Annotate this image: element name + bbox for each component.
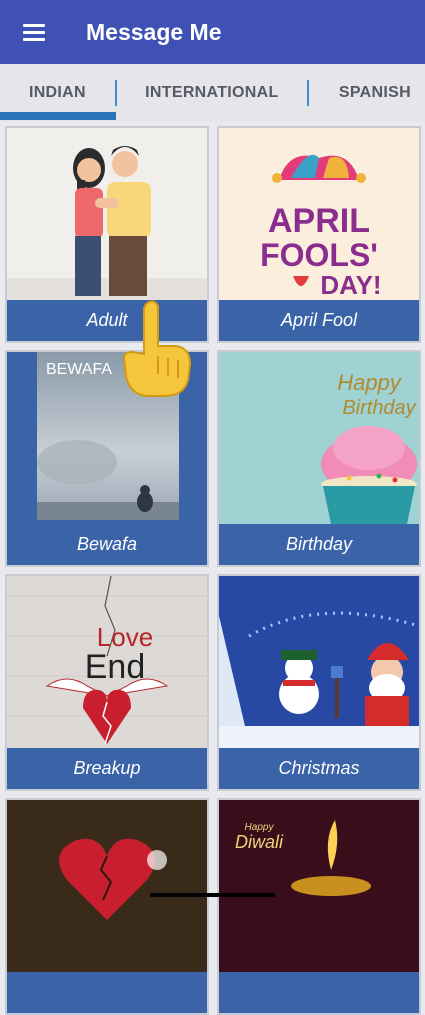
end-text: End [85,648,146,686]
day-text: DAY! [320,270,381,300]
adult-thumbnail [7,128,207,300]
category-label: April Fool [280,310,358,330]
tab-spanish[interactable]: SPANISH [309,64,425,122]
broken-heart-thumbnail [7,800,207,972]
category-label: Birthday [285,534,353,554]
birthday-thumbnail: Happy Birthday [219,352,419,524]
tab-indicator [0,112,116,120]
christmas-thumbnail [219,576,419,748]
april-fool-thumbnail: APRIL FOOLS' DAY! [219,128,419,300]
diwali-thumbnail: Happy Diwali [219,800,419,972]
category-card-breakup[interactable]: Love End Breakup [5,574,209,791]
category-card-diwali[interactable]: Happy Diwali [217,798,421,1015]
category-label: Breakup [73,758,141,778]
tab-international[interactable]: INTERNATIONAL [117,64,307,122]
app-bar: Message Me [0,0,425,64]
category-label: Adult [86,310,128,330]
category-card-broken-heart[interactable] [5,798,209,1015]
april-text: APRIL [268,202,370,240]
category-card-april-fool[interactable]: APRIL FOOLS' DAY! April Fool [217,126,421,343]
menu-icon[interactable] [14,12,54,52]
category-card-bewafa[interactable]: BEWAFA Bewafa [5,350,209,567]
category-label: Bewafa [76,534,138,554]
bewafa-text: BEWAFA [46,361,112,378]
bewafa-thumbnail: BEWAFA [7,352,207,524]
category-card-birthday[interactable]: Happy Birthday Birthday [217,350,421,567]
app-title: Message Me [86,18,222,45]
happy-text: Happy [337,370,403,395]
category-label [7,972,207,1013]
breakup-thumbnail: Love End [7,576,207,748]
category-card-christmas[interactable]: Christmas [217,574,421,791]
diwali-text: Diwali [235,832,284,852]
category-label: Christmas [278,758,360,778]
birthday-text: Birthday [342,397,416,419]
category-card-adult[interactable]: Adult [5,126,209,343]
home-indicator [150,893,275,897]
category-label [219,972,419,1013]
fools-text: FOOLS' [260,237,378,273]
